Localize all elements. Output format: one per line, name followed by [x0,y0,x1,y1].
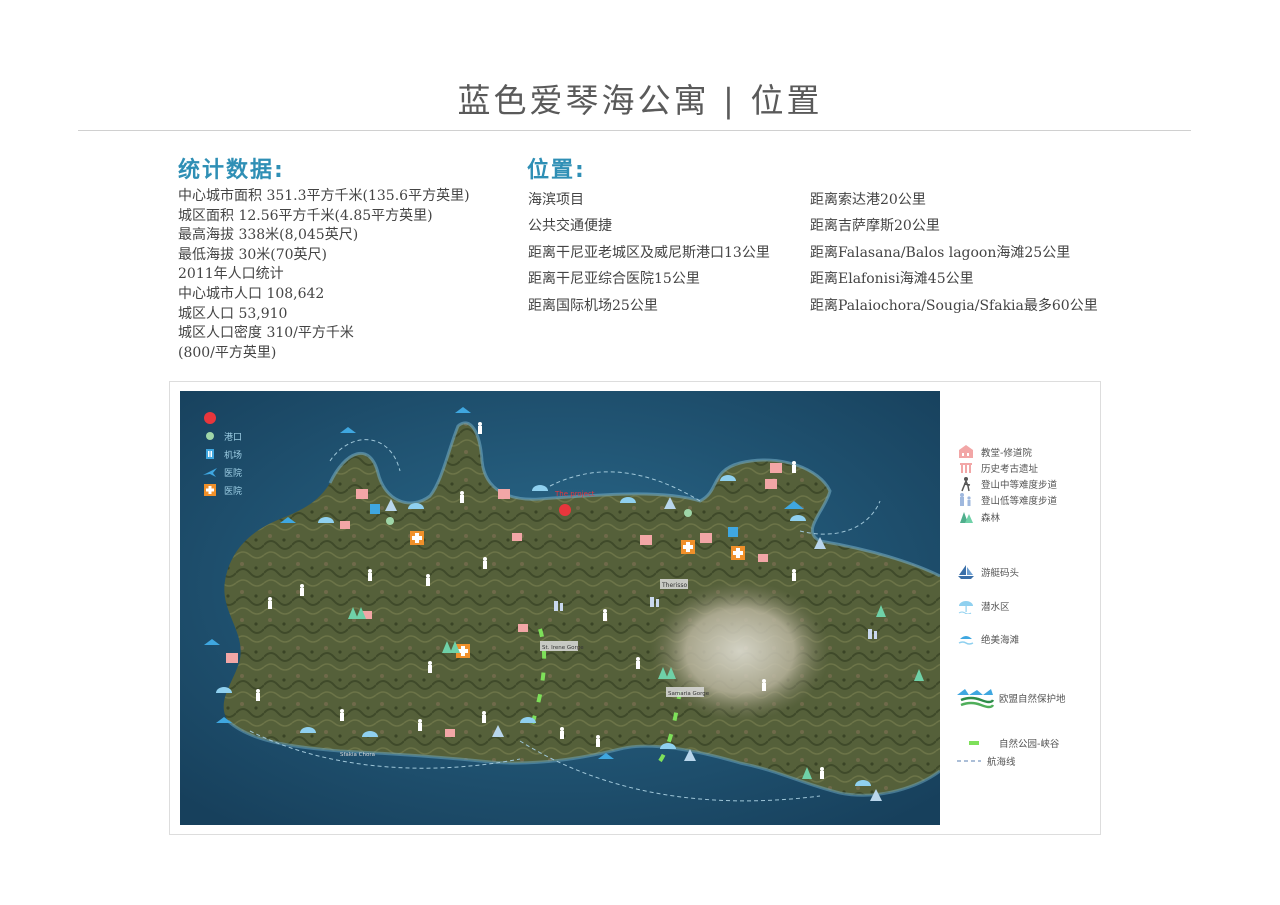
port-dot-icon[interactable] [684,509,692,517]
legend-label: 欧盟自然保护地 [999,694,1066,705]
map-legend-label: 医院 [224,486,243,497]
hospital-cross-icon[interactable] [410,531,424,545]
location-line: 距离Falasana/Balos lagoon海滩25公里 [810,244,1071,261]
forest-icon [955,508,977,526]
location-line: 距离国际机场25公里 [528,297,658,314]
location-line: 距离干尼亚老城区及威尼斯港口13公里 [528,244,770,261]
legend-label: 教堂-修道院 [981,448,1032,459]
location-list-left: 海滨项目 公共交通便捷 距离干尼亚老城区及威尼斯港口13公里 距离干尼亚综合医院… [528,187,770,319]
diving-icon [955,597,977,615]
legend-label: 历史考古遗址 [981,464,1039,475]
nature-reserve-icon [955,689,995,709]
legend-item: 潜水区 [955,597,1010,615]
location-line: 距离干尼亚综合医院15公里 [528,271,700,288]
stats-line: 2011年人口统计 [178,266,284,283]
hospital-cross-icon [202,483,218,497]
hospital-cross-icon[interactable] [731,546,745,560]
satellite-map[interactable]: The project Therisso St. Irene Gorge Sam… [180,391,940,825]
yacht-icon [955,563,977,581]
port-dot-icon[interactable] [386,517,394,525]
location-line: 公共交通便捷 [528,218,612,235]
stats-line: 中心城市面积 351.3平方千米(135.6平方英里) [178,188,470,204]
stats-line: 城区人口密度 310/平方千米 [178,325,354,342]
map-legend-item: 港口 [202,427,242,445]
legend-label: 绝美海滩 [981,635,1020,646]
legend-item: 自然公园-峡谷 [955,734,1059,752]
title-divider [78,130,1191,131]
legend-label: 航海线 [987,757,1016,768]
map-legend-label: 医院 [224,468,243,479]
port-dot-icon [202,429,218,443]
map-panel: The project Therisso St. Irene Gorge Sam… [169,381,1101,835]
legend-label: 自然公园-峡谷 [999,739,1060,750]
project-label: The project [554,490,595,498]
map-legend-label: 机场 [224,450,243,461]
stats-line: (800/平方英里) [178,344,277,361]
location-line: 距离Elafonisi海滩45公里 [810,271,974,288]
stats-line: 中心城市人口 108,642 [178,285,325,302]
map-svg: The project Therisso St. Irene Gorge Sam… [180,391,940,825]
red-dot-icon [202,411,218,425]
gorge-label: St. Irene Gorge [542,645,584,651]
stats-line: 最低海拔 30米(70英尺) [178,246,328,263]
stats-line: 城区面积 12.56平方千米(4.85平方英里) [178,207,433,224]
map-inset-legend: 港口 机场 医院 医院 [202,409,242,499]
legend-item: 游艇码头 [955,563,1019,581]
legend-label: 潜水区 [981,602,1010,613]
legend-item: 森林 [955,508,1000,526]
page-title: 蓝色爱琴海公寓 | 位置 [457,81,823,120]
plane-icon [202,465,218,479]
map-legend-label: 港口 [224,432,243,443]
stats-list: 中心城市面积 351.3平方千米(135.6平方英里) 城区面积 12.56平方… [178,187,470,363]
project-marker-icon[interactable] [559,504,571,516]
location-heading: 位置: [527,158,586,183]
location-line: 海滨项目 [528,192,584,208]
airport-icon [202,447,218,461]
legend-label: 登山中等难度步道 [981,480,1058,491]
map-legend-item: 机场 [202,445,242,463]
location-list-right: 距离索达港20公里 距离吉萨摩斯20公里 距离Falasana/Balos la… [810,187,1098,319]
family-hike-icon [955,491,977,509]
stats-heading: 统计数据: [178,158,285,183]
airport-icon[interactable] [370,504,380,514]
stats-line: 城区人口 53,910 [178,305,288,322]
legend-item: 登山低等难度步道 [955,491,1057,509]
town-label: Therisso [661,582,688,589]
legend-item: 欧盟自然保护地 [955,689,1066,709]
gorge-label: Samaria Gorge [668,691,710,697]
legend-label: 森林 [981,513,1001,524]
airport-icon[interactable] [728,527,738,537]
beach-icon [955,630,977,648]
sea-route-icon [955,752,983,770]
map-legend-item [202,409,242,427]
legend-label: 游艇码头 [981,568,1020,579]
hospital-cross-icon[interactable] [681,540,695,554]
legend-item: 绝美海滩 [955,630,1019,648]
location-line: 距离吉萨摩斯20公里 [810,218,940,235]
map-legend-item: 医院 [202,463,242,481]
location-line: 距离Palaiochora/Sougia/Sfakia最多60公里 [810,297,1098,314]
legend-label: 登山低等难度步道 [981,496,1058,507]
location-line: 距离索达港20公里 [810,192,926,208]
legend-item: 航海线 [955,752,1016,770]
south-label: Sfakia Chora [340,752,375,758]
map-legend-item: 医院 [202,481,242,499]
stats-line: 最高海拔 338米(8,045英尺) [178,227,359,244]
gorge-icon [955,734,995,752]
